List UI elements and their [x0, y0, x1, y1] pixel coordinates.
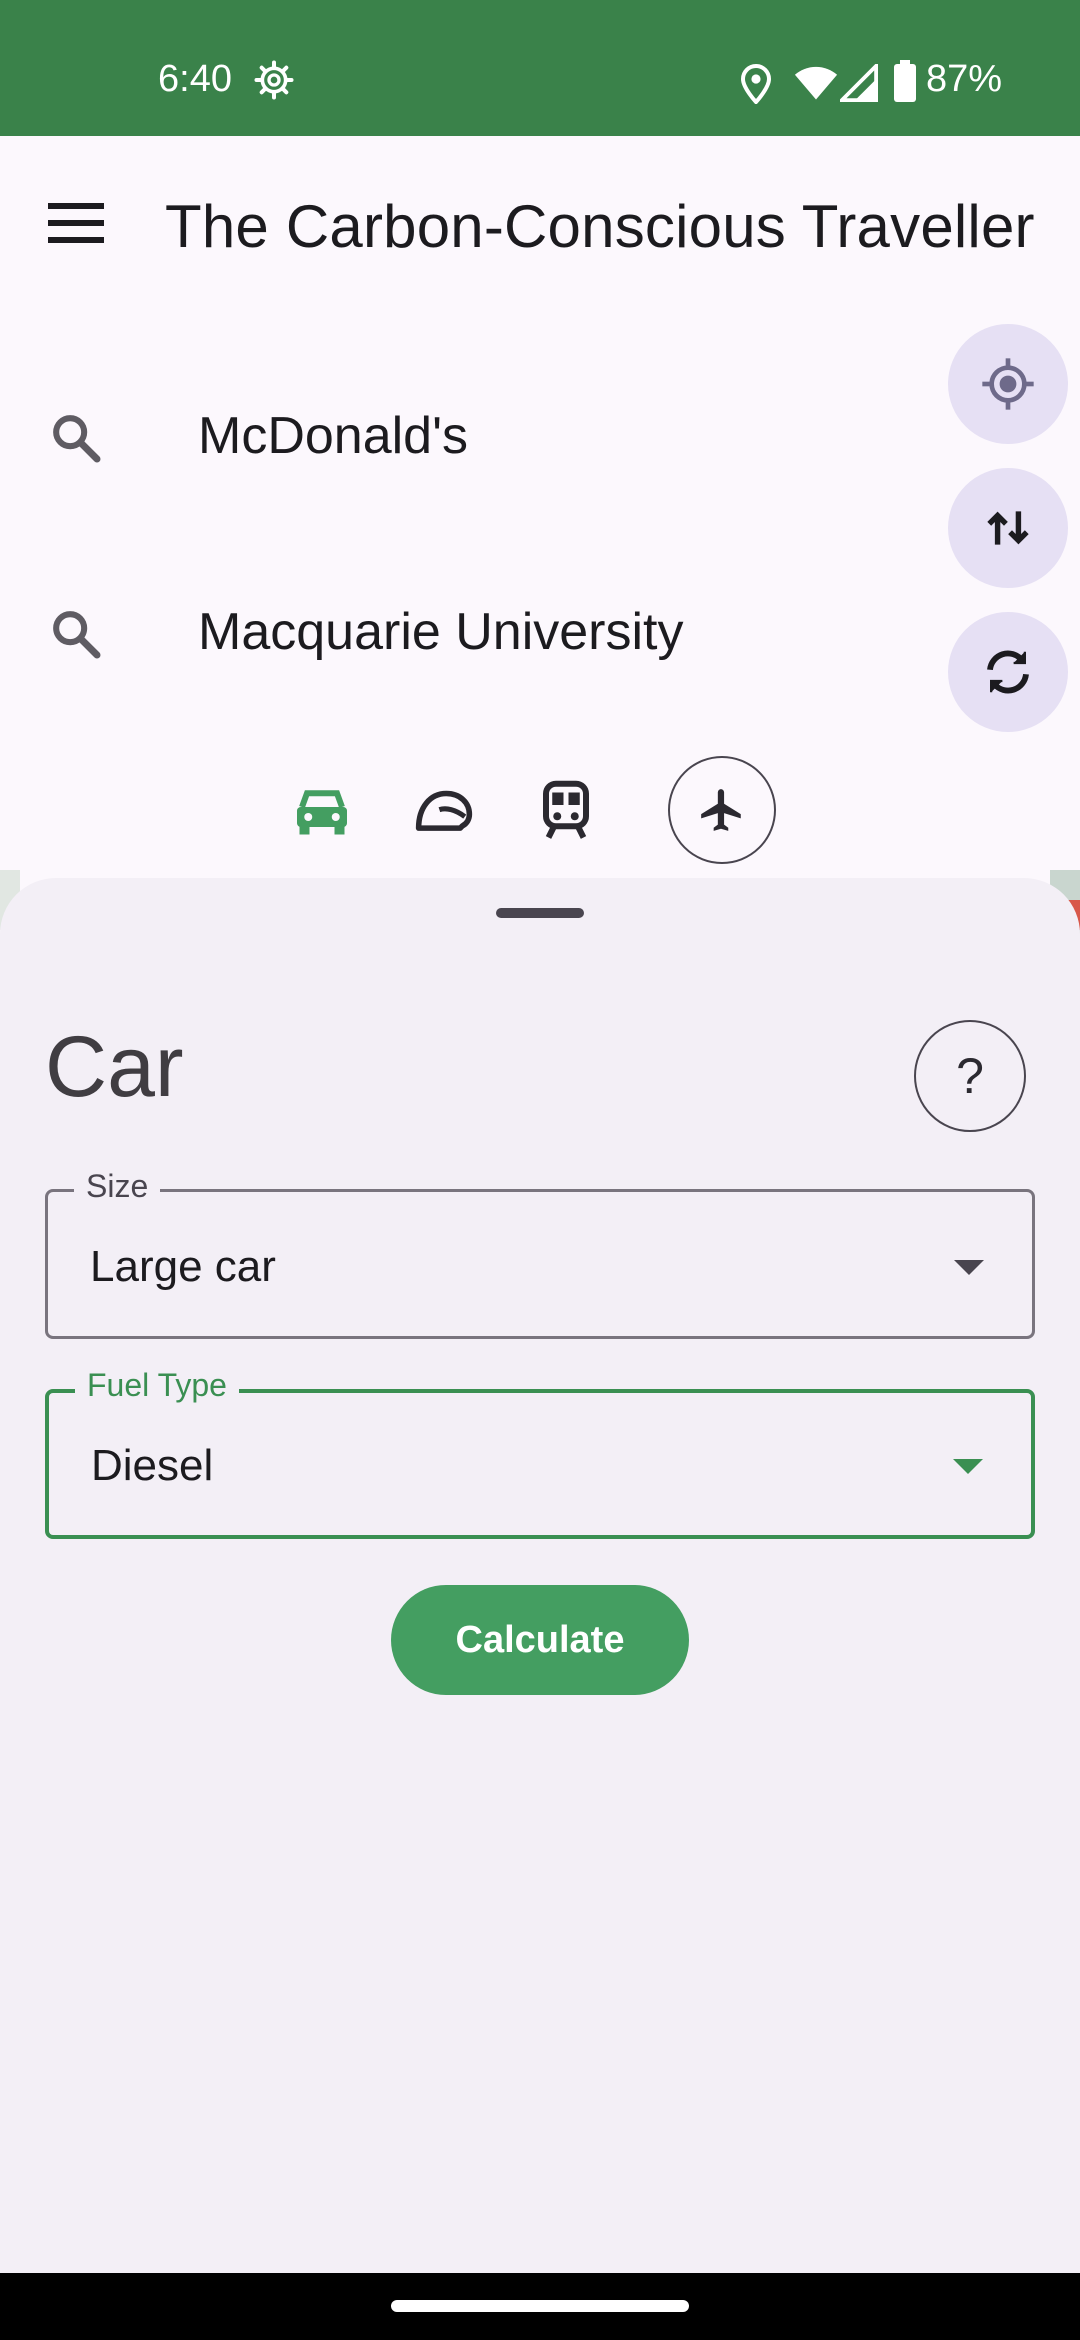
- hamburger-menu-icon[interactable]: [48, 200, 104, 246]
- destination-search-field[interactable]: Macquarie University: [0, 568, 940, 688]
- system-nav-bar: [0, 2273, 1080, 2340]
- cell-signal-icon: [840, 64, 878, 102]
- battery-icon: [894, 60, 916, 102]
- refresh-button[interactable]: [948, 612, 1068, 732]
- swap-vertical-icon: [987, 511, 1029, 545]
- dropdown-arrow-icon: [954, 1260, 984, 1275]
- settings-gear-icon: [254, 60, 294, 100]
- bottom-sheet: Car ? Size Large car Fuel Type Diesel Ca…: [0, 878, 1080, 2273]
- car-mode-icon[interactable]: [292, 784, 352, 840]
- search-icon: [53, 611, 101, 659]
- size-value: Large car: [90, 1242, 276, 1291]
- help-button[interactable]: ?: [914, 1020, 1026, 1132]
- origin-search-field[interactable]: McDonald's: [0, 372, 940, 492]
- drag-handle[interactable]: [496, 908, 584, 918]
- flight-mode-button[interactable]: [668, 756, 776, 864]
- wifi-icon: [794, 66, 838, 100]
- fuel-type-dropdown[interactable]: Fuel Type Diesel: [45, 1367, 1035, 1539]
- origin-text: McDonald's: [198, 407, 469, 465]
- search-icon: [53, 415, 101, 463]
- destination-text: Macquarie University: [198, 603, 684, 661]
- size-label: Size: [74, 1168, 161, 1205]
- train-icon[interactable]: [540, 780, 592, 840]
- motorcycle-helmet-icon[interactable]: [414, 786, 474, 838]
- size-dropdown[interactable]: Size Large car: [45, 1168, 1035, 1339]
- home-indicator[interactable]: [391, 2300, 689, 2312]
- sheet-title: Car: [45, 1019, 184, 1115]
- fuel-type-value: Diesel: [91, 1441, 214, 1490]
- my-location-icon: [982, 358, 1034, 410]
- fuel-type-label: Fuel Type: [75, 1367, 239, 1404]
- airplane-icon: [701, 789, 741, 831]
- app-bar: The Carbon-Conscious Traveller: [0, 136, 1080, 316]
- location-icon: [740, 64, 772, 104]
- my-location-button[interactable]: [948, 324, 1068, 444]
- calculate-button[interactable]: Calculate: [391, 1585, 689, 1695]
- dropdown-arrow-icon: [953, 1459, 983, 1474]
- status-bar: 6:40 87%: [0, 0, 1080, 136]
- refresh-icon: [987, 650, 1029, 694]
- app-title: The Carbon-Conscious Traveller: [165, 193, 1035, 260]
- status-time: 6:40: [158, 58, 232, 100]
- swap-locations-button[interactable]: [948, 468, 1068, 588]
- battery-percent: 87%: [926, 58, 1003, 100]
